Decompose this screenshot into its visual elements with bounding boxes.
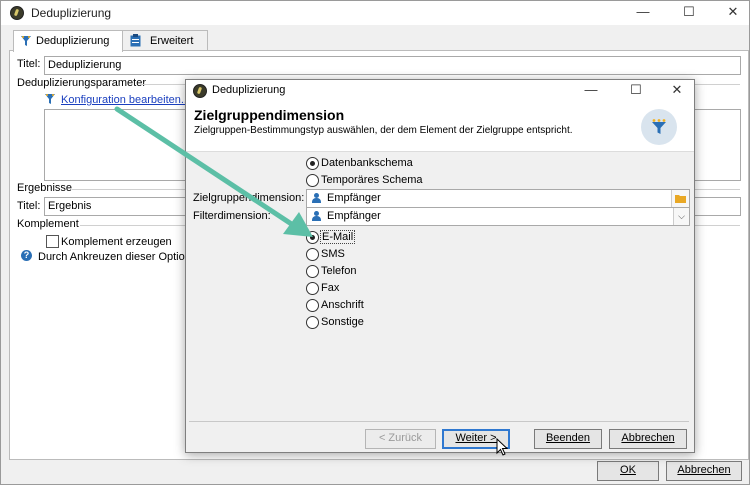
tab-label: Erweitert xyxy=(150,35,194,47)
chevron-down-icon[interactable]: ⌵ xyxy=(673,208,689,225)
ok-button[interactable]: OK xyxy=(597,461,659,481)
radio-label: Temporäres Schema xyxy=(321,174,423,186)
next-label: Weiter > xyxy=(455,432,497,444)
radio-sonstige[interactable] xyxy=(306,316,319,329)
params-group-label: Deduplizierungsparameter xyxy=(17,77,150,89)
funnel-icon xyxy=(21,36,31,46)
radio-datenbankschema[interactable] xyxy=(306,157,319,170)
folder-browse-button[interactable] xyxy=(671,190,689,207)
radio-label: Telefon xyxy=(321,265,357,277)
results-titel-label: Titel: xyxy=(17,200,41,212)
app-icon xyxy=(10,6,24,20)
outer-titlebar: Deduplizierung — ☐ ✕ xyxy=(1,1,749,25)
titel-input-value: Deduplizierung xyxy=(48,59,122,71)
tab-deduplizierung[interactable]: Deduplizierung xyxy=(13,30,123,52)
radio-label: Datenbankschema xyxy=(321,157,413,169)
radio-email[interactable] xyxy=(306,231,319,244)
window-title: Deduplizierung xyxy=(31,6,112,20)
minimize-icon[interactable]: — xyxy=(581,81,601,99)
clipboard-icon xyxy=(130,34,141,47)
tab-label: Deduplizierung xyxy=(36,35,110,47)
dialog-titlebar: Deduplizierung — ☐ ✕ xyxy=(186,80,694,101)
dialog-title: Deduplizierung xyxy=(212,84,286,96)
ok-label: OK xyxy=(620,464,636,476)
finish-label: Beenden xyxy=(545,432,591,444)
radio-label: E-Mail xyxy=(319,230,356,244)
minimize-icon[interactable]: — xyxy=(633,3,653,21)
close-icon[interactable]: ✕ xyxy=(667,81,687,99)
mouse-cursor-icon xyxy=(496,438,509,456)
person-icon xyxy=(312,211,321,221)
complement-hint: Durch Ankreuzen dieser Option v xyxy=(38,251,200,263)
target-dimension-field[interactable]: Empfänger xyxy=(306,189,690,208)
titel-input[interactable]: Deduplizierung xyxy=(44,56,741,75)
results-titel-value: Ergebnis xyxy=(48,200,92,212)
results-group-label: Ergebnisse xyxy=(17,182,76,194)
config-link[interactable]: Konfiguration bearbeiten... xyxy=(61,94,190,106)
dialog-subheading: Zielgruppen-Bestimmungstyp auswählen, de… xyxy=(194,125,573,136)
radio-fax[interactable] xyxy=(306,282,319,295)
funnel-icon xyxy=(652,119,666,134)
radio-anschrift[interactable] xyxy=(306,299,319,312)
maximize-icon[interactable]: ☐ xyxy=(626,81,646,99)
radio-label: Sonstige xyxy=(321,316,364,328)
filter-dimension-value: Empfänger xyxy=(327,210,381,222)
dialog-header: Zielgruppendimension Zielgruppen-Bestimm… xyxy=(186,101,694,152)
app-icon xyxy=(193,84,207,98)
radio-label: SMS xyxy=(321,248,345,260)
target-dimension-label: Zielgruppendimension: xyxy=(193,192,305,204)
maximize-icon[interactable]: ☐ xyxy=(679,3,699,21)
dialog-divider xyxy=(189,421,689,422)
complement-checkbox-label: Komplement erzeugen xyxy=(61,236,172,248)
target-dimension-value: Empfänger xyxy=(327,192,381,204)
titel-label: Titel: xyxy=(17,58,41,70)
dialog-heading: Zielgruppendimension xyxy=(194,107,345,123)
finish-button[interactable]: Beenden xyxy=(534,429,602,449)
filter-dimension-select[interactable]: Empfänger ⌵ xyxy=(306,207,690,226)
person-icon xyxy=(312,193,321,203)
radio-telefon[interactable] xyxy=(306,265,319,278)
target-dimension-dialog: Deduplizierung — ☐ ✕ Zielgruppendimensio… xyxy=(185,79,695,453)
radio-temporaeres-schema[interactable] xyxy=(306,174,319,187)
folder-icon xyxy=(675,195,686,203)
radio-label: Fax xyxy=(321,282,340,294)
help-icon: ? xyxy=(21,250,32,261)
back-button[interactable]: < Zurück xyxy=(365,429,436,449)
filter-dimension-label: Filterdimension: xyxy=(193,210,271,222)
radio-label: Anschrift xyxy=(321,299,364,311)
cancel-button[interactable]: Abbrechen xyxy=(609,429,687,449)
funnel-badge-icon xyxy=(641,109,677,145)
close-icon[interactable]: ✕ xyxy=(723,3,743,21)
complement-group-label: Komplement xyxy=(17,218,82,230)
radio-sms[interactable] xyxy=(306,248,319,261)
tab-erweitert[interactable]: Erweitert xyxy=(122,30,208,51)
complement-checkbox[interactable] xyxy=(46,235,59,248)
cancel-label: Abbrechen xyxy=(621,432,675,444)
cancel-label: Abbrechen xyxy=(677,464,731,476)
funnel-icon xyxy=(45,94,55,104)
cancel-button[interactable]: Abbrechen xyxy=(666,461,742,481)
